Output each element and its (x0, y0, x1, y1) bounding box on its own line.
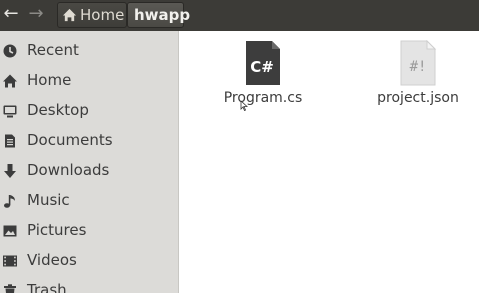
trash-icon (4, 284, 16, 293)
breadcrumb-current-label: hwapp (134, 6, 191, 24)
script-file-icon: #! (400, 40, 437, 86)
home-icon (3, 74, 17, 88)
sidebar: Recent Home Desktop Documents Downloads (0, 31, 179, 293)
breadcrumb-home[interactable]: Home (57, 2, 127, 28)
sidebar-item-music[interactable]: Music (0, 186, 179, 216)
sidebar-item-label: Desktop (27, 101, 89, 119)
document-icon (5, 134, 15, 148)
video-icon (3, 255, 17, 267)
clock-icon (3, 44, 17, 58)
sidebar-item-downloads[interactable]: Downloads (0, 156, 179, 186)
sidebar-item-label: Pictures (27, 221, 87, 239)
sidebar-item-trash[interactable]: Trash (0, 276, 179, 293)
file-view[interactable]: C# Program.cs #! project.json (180, 31, 479, 293)
music-icon (4, 195, 15, 208)
file-item-program-cs[interactable]: C# Program.cs (208, 31, 318, 111)
arrow-left-icon[interactable]: ← (0, 2, 22, 28)
path-bar: ← → Home hwapp (0, 0, 479, 31)
sidebar-item-desktop[interactable]: Desktop (0, 96, 179, 126)
file-name: project.json (377, 90, 459, 106)
sidebar-item-label: Home (27, 71, 72, 89)
file-badge: #! (410, 59, 427, 75)
sidebar-item-label: Videos (27, 251, 77, 269)
mouse-cursor-icon (240, 101, 248, 111)
csharp-file-icon: C# (246, 41, 280, 85)
sidebar-item-videos[interactable]: Videos (0, 246, 179, 276)
sidebar-item-recent[interactable]: Recent (0, 36, 179, 66)
home-icon (62, 8, 77, 22)
sidebar-item-label: Documents (27, 131, 113, 149)
sidebar-item-label: Music (27, 191, 70, 209)
sidebar-item-label: Recent (27, 41, 79, 59)
sidebar-item-pictures[interactable]: Pictures (0, 216, 179, 246)
download-icon (4, 164, 16, 178)
breadcrumb-current[interactable]: hwapp (127, 2, 190, 28)
file-badge: C# (250, 58, 274, 76)
file-item-project-json[interactable]: #! project.json (363, 31, 473, 111)
picture-icon (3, 225, 17, 237)
file-name: Program.cs (223, 90, 303, 106)
sidebar-item-home[interactable]: Home (0, 66, 179, 96)
sidebar-item-documents[interactable]: Documents (0, 126, 179, 156)
arrow-right-icon[interactable]: → (25, 2, 47, 28)
breadcrumb-home-label: Home (80, 6, 125, 24)
sidebar-item-label: Downloads (27, 161, 110, 179)
sidebar-item-label: Trash (27, 281, 67, 293)
desktop-icon (3, 105, 17, 118)
